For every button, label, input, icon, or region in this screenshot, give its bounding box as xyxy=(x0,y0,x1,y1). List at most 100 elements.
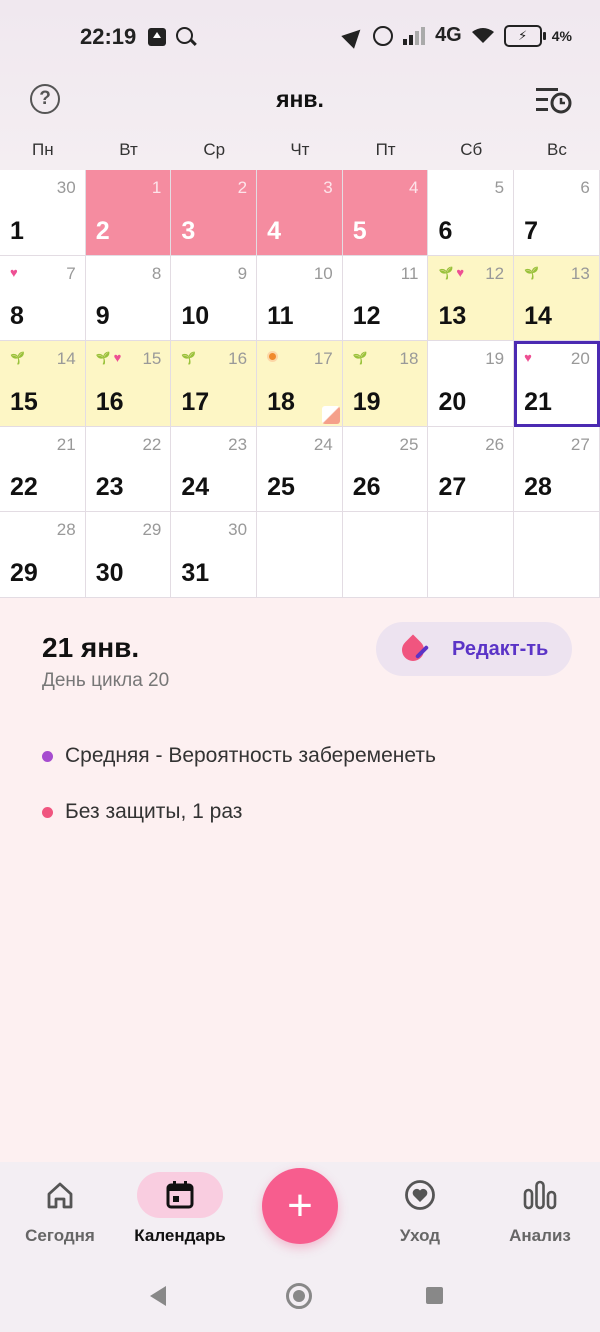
day-cell[interactable]: 22 23 xyxy=(85,426,172,512)
day-cell[interactable]: 27 28 xyxy=(514,426,600,512)
nav-calendar[interactable]: Календарь xyxy=(120,1172,240,1246)
day-cell[interactable]: 🌱 18 19 xyxy=(342,341,429,427)
date-number: 31 xyxy=(181,558,210,587)
day-cell[interactable]: 45 xyxy=(342,170,429,256)
system-nav-bar xyxy=(0,1262,600,1332)
day-cell[interactable]: 25 26 xyxy=(342,426,429,512)
empty-cell xyxy=(342,512,429,598)
date-number: 26 xyxy=(352,473,381,501)
day-cell[interactable]: 🌱 16 17 xyxy=(171,341,258,427)
wifi-icon xyxy=(471,27,494,43)
day-cell[interactable]: 23 xyxy=(171,170,258,256)
edit-button[interactable]: Редакт-ть xyxy=(376,622,572,676)
day-cell[interactable]: 23 24 xyxy=(171,426,258,512)
cycle-day-number: 5 xyxy=(494,178,505,197)
cycle-day-number: 28 xyxy=(56,520,76,539)
date-number: 22 xyxy=(10,473,38,501)
day-cell[interactable]: 89 xyxy=(85,255,172,341)
back-icon[interactable] xyxy=(150,1286,166,1306)
date-number: 29 xyxy=(10,558,38,587)
cycle-day-number: 7 xyxy=(66,263,76,283)
heart-icon: ♥ xyxy=(10,264,18,280)
cycle-day-number: 6 xyxy=(580,178,590,197)
date-number: 7 xyxy=(524,216,539,245)
day-cell[interactable]: 9 10 xyxy=(171,255,258,341)
recents-icon[interactable] xyxy=(426,1287,443,1304)
day-cell[interactable]: 29 30 xyxy=(85,512,172,598)
cycle-day-number: 11 xyxy=(400,263,419,283)
day-cell[interactable]: ♥ 20 21 xyxy=(514,341,600,427)
day-cell[interactable]: 26 27 xyxy=(428,426,515,512)
date-number: 23 xyxy=(95,473,124,501)
date-number: 18 xyxy=(267,387,295,416)
date-number: 5 xyxy=(352,216,367,245)
nav-care[interactable]: Уход xyxy=(360,1172,480,1246)
cycle-day-number: 16 xyxy=(228,349,248,368)
date-number: 19 xyxy=(352,387,381,416)
day-cell[interactable]: ♥ 7 8 xyxy=(0,255,86,341)
day-cell[interactable]: 🌱 14 15 xyxy=(0,341,86,427)
day-cell[interactable]: 24 25 xyxy=(257,426,343,512)
add-button[interactable]: + xyxy=(262,1168,338,1244)
status-right: 4G ⚡ 4% xyxy=(341,22,572,49)
day-cell[interactable]: 56 xyxy=(428,170,515,256)
nav-care-label: Уход xyxy=(399,1226,441,1245)
weekday-mon: Пн xyxy=(32,140,54,159)
cycle-day-number: 26 xyxy=(485,434,505,454)
month-title[interactable]: янв. xyxy=(0,86,600,113)
weekday-wed: Ср xyxy=(203,140,226,159)
day-cell[interactable]: 30 1 xyxy=(0,170,86,256)
cycle-day-number: 8 xyxy=(151,263,162,283)
day-marks: ♥ xyxy=(10,264,18,280)
cycle-day-number: 10 xyxy=(313,263,333,283)
day-cell[interactable]: 19 20 xyxy=(428,341,515,427)
home-icon xyxy=(47,1182,73,1209)
day-marks: 🌱 ♥ xyxy=(438,265,464,280)
screen: 22:19 4G ⚡ 4% ? янв. Пн Вт Ср Чт Пт Сб В… xyxy=(0,0,600,1332)
date-number: 8 xyxy=(10,302,24,330)
cycle-day-number: 21 xyxy=(56,434,76,454)
empty-cell xyxy=(428,512,515,598)
nav-analysis[interactable]: Анализ xyxy=(480,1172,600,1246)
day-cell[interactable]: 11 12 xyxy=(342,255,429,341)
day-cell[interactable]: 🌱 13 14 xyxy=(514,255,600,341)
day-cell[interactable]: 21 22 xyxy=(0,426,86,512)
cycle-day-number: 12 xyxy=(485,263,505,283)
day-marks: 🌱 xyxy=(353,351,368,365)
day-cell[interactable]: 10 11 xyxy=(257,255,343,341)
day-cell[interactable]: 30 31 xyxy=(171,512,258,598)
day-cell[interactable]: 34 xyxy=(257,170,343,256)
day-cell[interactable]: 🌱 ♥ 15 16 xyxy=(85,341,172,427)
day-cell[interactable]: 28 29 xyxy=(0,512,86,598)
heart-icon: ♥ xyxy=(524,350,532,365)
day-cell[interactable]: 12 xyxy=(85,170,172,256)
history-list-icon[interactable] xyxy=(536,86,572,114)
day-events: Средняя - Вероятность забеременеть Без з… xyxy=(42,728,436,840)
date-number: 28 xyxy=(524,473,552,501)
bar-chart-icon xyxy=(523,1180,557,1210)
date-number: 3 xyxy=(181,216,196,245)
weekday-fri: Пт xyxy=(375,140,396,159)
cycle-day-number: 27 xyxy=(570,434,590,454)
cycle-day-number: 17 xyxy=(313,349,333,368)
home-button-icon[interactable] xyxy=(286,1283,312,1309)
day-marks xyxy=(267,351,279,362)
date-number: 4 xyxy=(267,216,281,245)
pink-dot-icon xyxy=(42,806,53,818)
day-marks: 🌱 xyxy=(10,351,25,365)
day-cell[interactable]: 67 xyxy=(514,170,600,256)
status-bar: 22:19 4G ⚡ 4% xyxy=(0,0,600,76)
event-item: Средняя - Вероятность забеременеть xyxy=(42,728,436,784)
signal-icon xyxy=(403,26,426,45)
day-cell[interactable]: 🌱 ♥ 12 13 xyxy=(428,255,515,341)
day-cell[interactable]: 17 18 xyxy=(257,341,343,427)
date-number: 10 xyxy=(181,302,210,330)
date-number: 9 xyxy=(95,302,110,330)
sprout-icon: 🌱 xyxy=(524,265,540,280)
ovulation-icon xyxy=(267,351,279,362)
purple-dot-icon xyxy=(42,750,53,762)
status-time: 22:19 xyxy=(80,24,137,49)
day-marks: 🌱 ♥ xyxy=(96,351,122,366)
date-number: 20 xyxy=(438,387,467,416)
nav-today[interactable]: Сегодня xyxy=(0,1172,120,1246)
